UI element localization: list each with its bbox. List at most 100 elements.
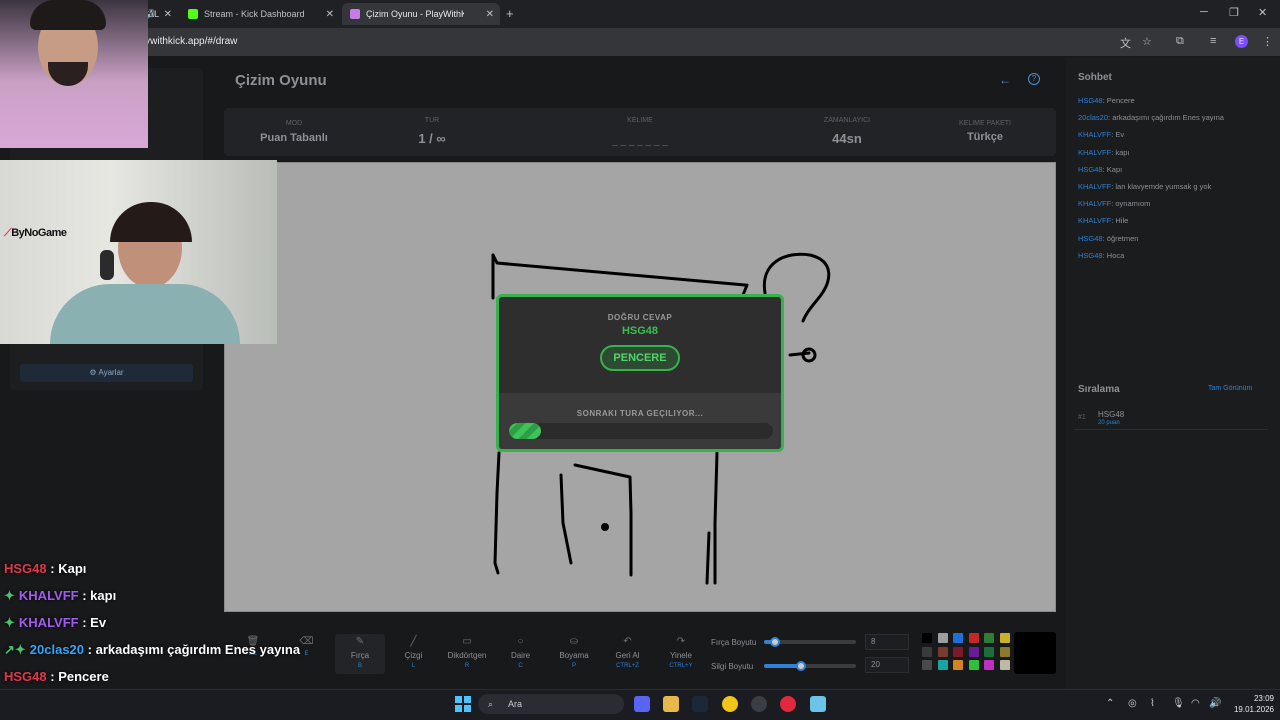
badge-icon: ↗✦ <box>4 642 26 657</box>
chat-text: Kapı <box>1106 164 1123 174</box>
round-value: 1 / ∞ <box>418 131 446 146</box>
microphone-icon[interactable]: 🎙 <box>1172 698 1185 709</box>
tool-brush[interactable]: ✎ Fırça B <box>335 634 385 674</box>
clock[interactable]: 23:09 19.01.2026 <box>1228 693 1274 715</box>
minimize-icon[interactable]: ─ <box>1200 6 1208 18</box>
tool-shortcut: R <box>464 663 470 669</box>
color-swatch[interactable] <box>953 660 963 670</box>
window-close-icon[interactable]: ✕ <box>1258 6 1267 19</box>
tab-cizim-oyunu[interactable]: Çizim Oyunu - PlayWithKick ✕ <box>342 3 500 25</box>
color-swatch[interactable] <box>922 660 932 670</box>
steam-icon[interactable] <box>692 696 708 712</box>
word-pack-value: Türkçe <box>966 131 1004 143</box>
color-swatch[interactable] <box>999 633 1010 643</box>
tool-undo[interactable]: ↶ Geri Al CTRL+Z <box>603 634 653 674</box>
chat-text: kapı <box>1115 147 1130 157</box>
winner-name: HSG48 <box>621 325 659 337</box>
chat-text: Ev <box>1115 130 1125 140</box>
extensions-icon[interactable]: ⧉ <box>1176 35 1184 48</box>
color-swatch[interactable] <box>922 633 932 643</box>
color-swatch[interactable] <box>968 660 979 670</box>
tray-app-icon[interactable]: ◎ <box>1128 698 1137 709</box>
close-icon[interactable]: ✕ <box>486 9 494 20</box>
brush-size-slider[interactable] <box>764 637 856 647</box>
guest-shirt <box>50 284 240 344</box>
overlay-chat-username: HSG48 <box>4 669 47 684</box>
full-view-link[interactable]: Tam Görünüm <box>1208 385 1252 392</box>
color-swatch[interactable] <box>999 660 1010 670</box>
notepad-icon[interactable] <box>810 696 826 712</box>
wifi-icon[interactable]: ◠ <box>1191 698 1200 709</box>
bookmark-star-icon[interactable]: ☆ <box>1142 35 1152 48</box>
color-swatch[interactable] <box>937 646 948 657</box>
tool-shortcut: CTRL+Y <box>669 663 693 669</box>
eraser-size-slider[interactable] <box>764 661 856 671</box>
tool-shortcut: P <box>571 663 576 669</box>
tab-kick-dashboard[interactable]: Stream - Kick Dashboard ✕ <box>180 3 340 25</box>
close-icon[interactable]: ✕ <box>164 9 172 20</box>
tab-label: Çizim Oyunu - PlayWithKick <box>366 9 464 19</box>
github-icon[interactable] <box>751 696 767 712</box>
tool-fill[interactable]: ⛀ Boyama P <box>549 634 599 674</box>
tool-circle[interactable]: ○ Daire C <box>496 634 546 674</box>
discord-icon[interactable] <box>634 696 650 712</box>
tool-redo[interactable]: ↷ Yinele CTRL+Y <box>656 634 706 674</box>
progress-fill <box>509 423 541 439</box>
back-arrow-icon[interactable]: ← <box>999 73 1011 87</box>
color-swatch[interactable] <box>937 633 948 643</box>
undo-icon: ↶ <box>623 636 632 647</box>
eraser-size-knob[interactable] <box>795 661 806 671</box>
address-bar[interactable]: demo.playwithkick.app/#/draw <box>92 32 1102 52</box>
profile-avatar[interactable]: E <box>1235 35 1248 48</box>
webcam-overlay-guest <box>0 160 277 344</box>
chrome-icon[interactable] <box>722 696 738 712</box>
color-swatch[interactable] <box>984 646 994 657</box>
close-icon[interactable]: ✕ <box>326 9 334 20</box>
chat-username: KHALVFF <box>1078 199 1112 209</box>
timer-label: ZAMANLAYICI <box>823 117 871 124</box>
tool-rectangle[interactable]: ▭ Dikdörtgen R <box>442 634 492 674</box>
menu-icon[interactable]: ⋮ <box>1262 35 1273 48</box>
overlay-chat-message: HSG48 : Pencere <box>4 669 109 684</box>
overlay-chat-username: 20clas20 <box>29 642 85 657</box>
color-swatch[interactable] <box>953 646 963 657</box>
chat-message: KHALVFF: Ev <box>1078 130 1125 140</box>
color-swatch[interactable] <box>999 646 1010 657</box>
file-explorer-icon[interactable] <box>663 696 679 712</box>
taskbar-search[interactable]: ⌕ Ara <box>478 694 624 714</box>
chat-text: Hoca <box>1106 250 1125 260</box>
overlay-chat-message: ✦ KHALVFF : kapı <box>4 588 116 604</box>
windows-start-icon[interactable] <box>455 696 471 712</box>
color-swatch[interactable] <box>984 660 994 670</box>
volume-icon[interactable]: 🔊 <box>1209 698 1221 709</box>
tool-shortcut: CTRL+Z <box>616 663 639 669</box>
chevron-up-icon[interactable]: ⌃ <box>1106 698 1114 709</box>
chat-text: Hile <box>1115 216 1129 226</box>
current-color-preview[interactable] <box>1014 632 1056 674</box>
brush-size-input[interactable]: 8 <box>865 634 909 650</box>
new-tab-button[interactable]: + <box>506 6 514 21</box>
color-swatch[interactable] <box>984 633 994 643</box>
color-swatch[interactable] <box>922 646 932 657</box>
settings-button[interactable]: ⚙ Ayarlar <box>20 364 193 382</box>
brush-size-knob[interactable] <box>770 637 781 647</box>
overlay-chat-username: KHALVFF <box>18 615 79 630</box>
eraser-size-input[interactable]: 20 <box>865 657 909 673</box>
color-swatch[interactable] <box>937 660 948 670</box>
restore-icon[interactable]: ❐ <box>1229 6 1239 19</box>
webcam-overlay-top <box>0 0 148 148</box>
network-icon[interactable]: ⌇ <box>1150 698 1155 709</box>
color-swatch[interactable] <box>953 633 963 643</box>
settings-label: Ayarlar <box>98 368 124 377</box>
tool-line[interactable]: ╱ Çizgi L <box>389 634 439 674</box>
rank-number: #1 <box>1078 414 1086 421</box>
badge-icon: ✦ <box>4 588 15 603</box>
opera-icon[interactable] <box>780 696 796 712</box>
color-swatch[interactable] <box>968 646 979 657</box>
answer-badge: PENCERE <box>600 345 680 371</box>
chat-message: HSG48: Hoca <box>1078 250 1125 260</box>
media-icon[interactable]: ≡ <box>1210 35 1216 47</box>
translate-icon[interactable]: 文 <box>1120 35 1131 51</box>
help-icon[interactable]: ? <box>1028 73 1040 85</box>
color-swatch[interactable] <box>968 633 979 643</box>
